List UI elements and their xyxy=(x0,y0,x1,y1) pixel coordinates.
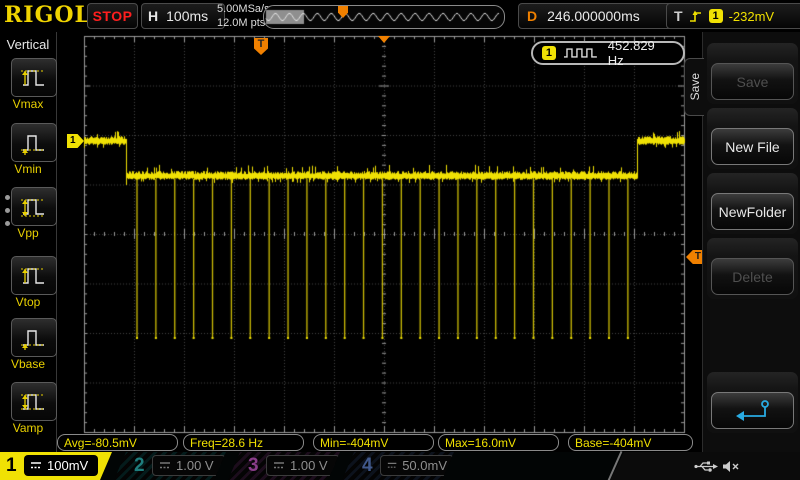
channel2-cell[interactable]: 2 1.00 V xyxy=(114,452,226,480)
channel3-number: 3 xyxy=(248,455,259,477)
measurement-freq: Freq=28.6 Hz xyxy=(183,434,304,451)
trigger-channel-badge: 1 xyxy=(709,9,723,23)
timebase-value: 100ms xyxy=(166,8,208,24)
vertical-measure-sidebar: Vertical Vmax Vmin Vpp Vtop Vbase Vamp xyxy=(0,32,57,452)
new-folder-button[interactable]: NewFolder xyxy=(711,193,794,230)
channel3-scale: 1.00 V xyxy=(290,458,328,473)
channel1-cell[interactable]: 1 100mV xyxy=(0,452,112,480)
dc-coupling-icon xyxy=(159,461,171,470)
run-state-badge: STOP xyxy=(87,3,138,29)
rigol-logo: RIGOL xyxy=(4,2,91,28)
trigger-label: T xyxy=(674,8,683,24)
acquisition-info: 5.00MSa/s 12.0M pts xyxy=(217,2,270,30)
vmax-button[interactable] xyxy=(11,58,57,97)
delay-value: 246.000000ms xyxy=(547,8,640,24)
graticule-canvas xyxy=(57,32,702,452)
dc-coupling-icon xyxy=(273,461,285,470)
run-state-text: STOP xyxy=(93,8,133,24)
rising-edge-icon xyxy=(689,9,703,23)
sample-rate: 5.00MSa/s xyxy=(217,2,270,16)
memory-depth: 12.0M pts xyxy=(217,16,270,30)
save-button[interactable]: Save xyxy=(711,63,794,100)
vamp-label: Vamp xyxy=(0,421,56,435)
channel3-cell[interactable]: 3 1.00 V xyxy=(228,452,340,480)
counter-value: 452.829 Hz xyxy=(608,38,674,68)
oscilloscope-screen: RIGOL STOP H 100ms 5.00MSa/s 12.0M pts D… xyxy=(0,0,800,480)
center-time-marker-icon xyxy=(378,36,390,43)
vpp-label: Vpp xyxy=(0,226,56,240)
vtop-button[interactable] xyxy=(11,256,57,295)
vmin-button[interactable] xyxy=(11,123,57,162)
vtop-label: Vtop xyxy=(0,295,56,309)
channel2-scale-box: 1.00 V xyxy=(152,455,226,476)
frequency-counter: 1 452.829 Hz xyxy=(531,41,685,65)
dc-coupling-icon xyxy=(387,461,397,470)
vbase-label: Vbase xyxy=(0,357,56,371)
trigger-level-value: -232mV xyxy=(729,9,775,24)
channel4-scale: 50.0mV xyxy=(402,458,447,473)
softkey-menu: Save New File NewFolder Delete xyxy=(702,32,800,452)
menu-tab-label: Save xyxy=(688,73,702,100)
usb-icon xyxy=(694,460,718,473)
timebase-box[interactable]: H 100ms xyxy=(141,3,225,29)
channel1-scale: 100mV xyxy=(47,458,88,473)
sidebar-title: Vertical xyxy=(0,37,56,52)
memory-waveform-preview[interactable] xyxy=(263,5,505,29)
preview-waveform-canvas xyxy=(265,7,501,27)
vamp-button[interactable] xyxy=(11,382,57,421)
channel4-cell[interactable]: 4 50.0mV xyxy=(342,452,454,480)
measurement-avg: Avg=-80.5mV xyxy=(57,434,178,451)
measurement-max: Max=16.0mV xyxy=(438,434,559,451)
delay-box[interactable]: D 246.000000ms xyxy=(518,3,678,29)
measurement-min: Min=-404mV xyxy=(313,434,434,451)
dc-coupling-icon xyxy=(30,461,42,470)
page-indicator-dot xyxy=(5,195,10,200)
vmin-label: Vmin xyxy=(0,162,56,176)
delete-button[interactable]: Delete xyxy=(711,258,794,295)
trigger-box[interactable]: T 1 -232mV xyxy=(666,3,800,29)
menu-tab-save: Save xyxy=(684,58,704,116)
square-wave-icon xyxy=(563,47,601,59)
counter-channel-badge: 1 xyxy=(542,46,556,60)
channel1-number: 1 xyxy=(6,455,17,477)
return-arrow-icon xyxy=(732,398,774,424)
header-bar: RIGOL STOP H 100ms 5.00MSa/s 12.0M pts D… xyxy=(0,0,800,32)
page-indicator-dot xyxy=(5,208,10,213)
page-indicator-dot xyxy=(5,221,10,226)
channel2-number: 2 xyxy=(134,455,145,477)
vbase-button[interactable] xyxy=(11,318,57,357)
vpp-button[interactable] xyxy=(11,187,57,226)
channel4-scale-box: 50.0mV xyxy=(380,455,454,476)
measurement-base: Base=-404mV xyxy=(568,434,693,451)
channel1-scale-box: 100mV xyxy=(24,455,98,476)
return-button[interactable] xyxy=(711,392,794,429)
vmax-label: Vmax xyxy=(0,97,56,111)
new-file-button[interactable]: New File xyxy=(711,128,794,165)
channel-status-bar: 1 100mV 2 1.00 V 3 xyxy=(0,452,800,480)
channel3-scale-box: 1.00 V xyxy=(266,455,340,476)
horizontal-label: H xyxy=(148,8,158,24)
channel4-number: 4 xyxy=(362,455,373,477)
channel2-scale: 1.00 V xyxy=(176,458,214,473)
delay-label: D xyxy=(527,8,537,24)
speaker-muted-icon xyxy=(722,460,739,473)
